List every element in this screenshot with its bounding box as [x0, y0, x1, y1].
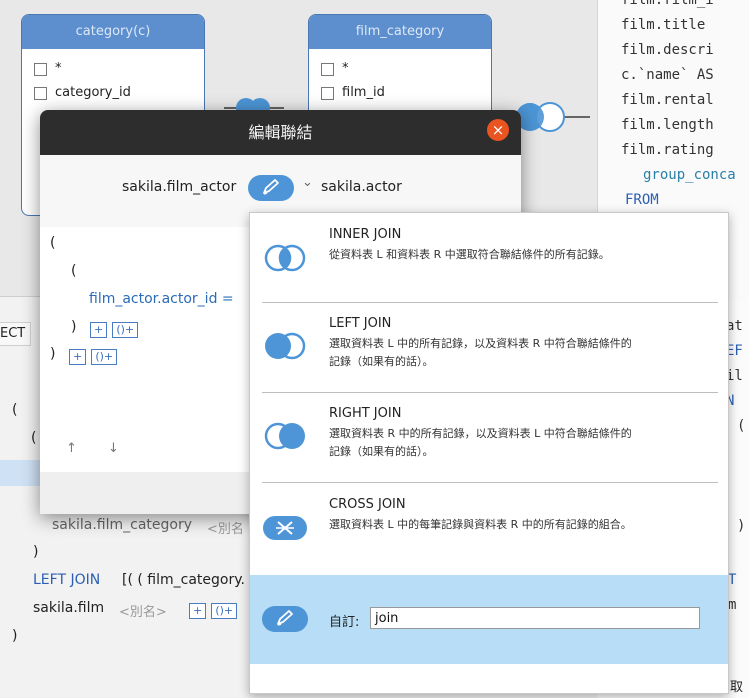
builder-alias[interactable]: <別名 — [207, 518, 244, 537]
paren-close: ) — [33, 544, 39, 560]
paren-open: ( — [50, 235, 56, 251]
builder-row-actions: + ()+ — [189, 600, 238, 619]
left-join-icon — [265, 332, 306, 360]
paren-close: ) — [71, 319, 77, 335]
column-checkbox[interactable] — [34, 62, 47, 76]
table-title: film_category — [309, 15, 491, 49]
dialog-title: 編輯聯結 — [40, 110, 521, 155]
menu-item-right-join[interactable]: RIGHT JOIN 選取資料表 R 中的所有記錄，以及資料表 L 中符合聯結條… — [250, 393, 728, 482]
sql-fragment: T — [728, 572, 737, 588]
column-checkbox[interactable] — [321, 62, 334, 76]
select-tab[interactable]: ECT — [0, 322, 31, 346]
close-button[interactable]: × — [487, 119, 509, 141]
sql-line: group_conca — [643, 167, 736, 183]
sql-fragment: ) — [737, 518, 746, 534]
sql-line: film.film_i — [621, 0, 714, 8]
menu-item-inner-join[interactable]: INNER JOIN 從資料表 L 和資料表 R 中選取符合聯結條件的所有記錄。 — [250, 213, 728, 302]
selected-row-highlight — [0, 460, 40, 486]
join-condition[interactable]: film_actor.actor_id = — [89, 291, 234, 307]
column-label: film_id — [342, 85, 385, 100]
sql-line: film.title — [621, 17, 706, 33]
inner-join-icon — [264, 244, 306, 272]
menu-item-desc: 記錄（如果有的話）。 — [329, 445, 434, 458]
join-condition-text[interactable]: [( ( film_category. — [122, 572, 245, 588]
column-row[interactable]: * — [22, 57, 204, 81]
column-label: * — [342, 61, 349, 76]
sql-line: film.rental — [621, 92, 714, 108]
menu-item-left-join[interactable]: LEFT JOIN 選取資料表 L 中的所有記錄，以及資料表 R 中符合聯結條件… — [250, 303, 728, 392]
builder-table-name[interactable]: sakila.film_category — [52, 517, 192, 533]
inner-group-actions: + ()+ — [90, 319, 139, 338]
menu-item-cross-join[interactable]: CROSS JOIN 選取資料表 L 中的每筆記錄與資料表 R 中的所有記錄的組… — [250, 483, 728, 572]
add-button[interactable]: + — [90, 321, 108, 338]
menu-item-desc: 記錄（如果有的話）。 — [329, 355, 434, 368]
menu-item-title: INNER JOIN — [329, 227, 402, 242]
menu-item-custom[interactable]: 自訂: join — [250, 575, 728, 664]
corner-text: 取 — [730, 680, 744, 695]
menu-item-title: RIGHT JOIN — [329, 406, 402, 421]
menu-item-desc: 選取資料表 R 中的所有記錄，以及資料表 L 中符合聯結條件的 — [329, 427, 632, 440]
menu-item-desc: 從資料表 L 和資料表 R 中選取符合聯結條件的所有記錄。 — [329, 248, 610, 261]
sql-line: film.rating — [621, 142, 714, 158]
column-row[interactable]: * — [309, 57, 491, 81]
sql-line: film.length — [621, 117, 714, 133]
sql-fragment: ( — [737, 418, 746, 434]
pencil-icon — [277, 610, 293, 626]
cross-join-icon — [263, 516, 307, 540]
column-row[interactable]: film_id — [309, 81, 491, 105]
add-button[interactable]: + — [189, 602, 207, 619]
menu-item-title: CROSS JOIN — [329, 497, 406, 512]
builder-table-name[interactable]: sakila.film — [33, 600, 104, 616]
custom-label: 自訂: — [329, 615, 360, 630]
sql-line: film.descri — [621, 42, 714, 58]
column-row[interactable]: category_id — [22, 81, 204, 105]
move-up-button[interactable]: ↑ — [66, 441, 77, 456]
add-condition-button[interactable]: ()+ — [211, 602, 238, 619]
right-table-name: sakila.actor — [321, 179, 402, 195]
custom-join-input[interactable]: join — [370, 607, 700, 629]
add-button[interactable]: + — [69, 348, 87, 365]
join-type-menu[interactable]: INNER JOIN 從資料表 L 和資料表 R 中選取符合聯結條件的所有記錄。… — [249, 212, 729, 694]
paren-open: ( — [12, 402, 18, 418]
menu-item-desc: 選取資料表 L 中的每筆記錄與資料表 R 中的所有記錄的組合。 — [329, 518, 632, 531]
join-type-keyword[interactable]: LEFT JOIN — [33, 572, 100, 588]
builder-alias[interactable]: <別名> — [119, 601, 167, 620]
chevron-down-icon[interactable]: ⌄ — [302, 175, 313, 190]
column-label: category_id — [55, 85, 131, 100]
table-title: category(c) — [22, 15, 204, 49]
outer-group-actions: + ()+ — [69, 346, 118, 365]
add-condition-button[interactable]: ()+ — [112, 321, 139, 338]
menu-item-title: LEFT JOIN — [329, 316, 392, 331]
sql-keyword: FROM — [625, 192, 659, 208]
column-checkbox[interactable] — [34, 86, 47, 100]
sql-line: c.`name` AS — [621, 67, 714, 83]
pencil-icon — [263, 179, 279, 195]
join-type-button[interactable] — [248, 175, 294, 201]
move-down-button[interactable]: ↓ — [108, 441, 119, 456]
paren-open: ( — [71, 263, 77, 279]
left-table-name: sakila.film_actor — [122, 179, 237, 195]
paren-close: ) — [12, 628, 18, 644]
menu-item-desc: 選取資料表 L 中的所有記錄，以及資料表 R 中符合聯結條件的 — [329, 337, 632, 350]
column-label: * — [55, 61, 62, 76]
custom-join-icon — [262, 606, 308, 632]
right-join-icon — [264, 422, 305, 450]
add-condition-button[interactable]: ()+ — [91, 348, 118, 365]
paren-close: ) — [50, 346, 56, 362]
column-checkbox[interactable] — [321, 86, 334, 100]
paren-open: ( — [31, 430, 37, 446]
sql-fragment: m — [728, 597, 737, 613]
